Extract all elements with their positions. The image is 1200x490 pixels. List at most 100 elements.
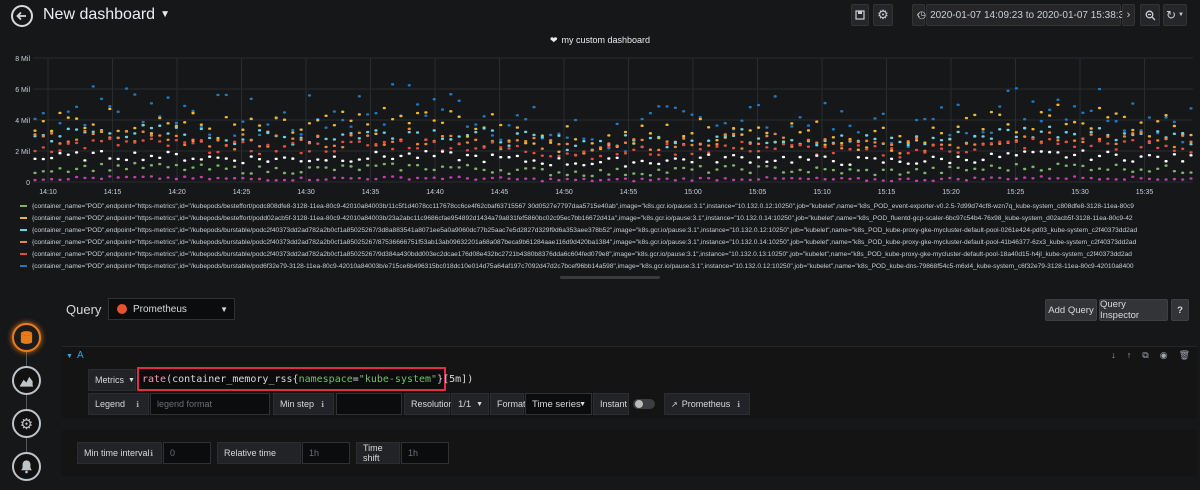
data-point	[33, 157, 37, 161]
data-point	[898, 140, 902, 144]
time-shift-forward-button[interactable]: ›	[1122, 4, 1135, 26]
data-point	[598, 179, 603, 182]
metrics-browser-button[interactable]: Metrics ▼	[88, 369, 136, 391]
legend-format-input[interactable]: legend format	[150, 393, 270, 415]
data-point	[183, 121, 187, 124]
time-shift-input[interactable]: 1h	[401, 442, 449, 464]
prometheus-docs-link[interactable]: ↗ Prometheus ℹ	[664, 393, 750, 415]
time-range-picker[interactable]: ◷ 2020-01-07 14:09:23 to 2020-01-07 15:38…	[917, 4, 1130, 26]
back-button[interactable]	[11, 5, 33, 27]
data-point	[973, 113, 977, 117]
query-expression-input[interactable]: rate(container_memory_rss{ namespace = "ku…	[137, 367, 473, 391]
data-point	[890, 168, 894, 171]
eye-icon[interactable]: ◉	[1160, 350, 1168, 361]
y-tick-label: 0	[26, 180, 30, 187]
x-tick-label: 14:50	[555, 189, 573, 196]
data-point	[815, 154, 819, 157]
sidebar-general-tab[interactable]: ⚙	[12, 409, 41, 438]
info-icon[interactable]: ℹ	[321, 400, 324, 409]
legend-item[interactable]: {container_name="POD",endpoint="https-me…	[20, 212, 1200, 224]
data-point	[906, 151, 910, 155]
data-point	[731, 127, 736, 130]
info-icon[interactable]: ℹ	[136, 400, 139, 409]
data-point	[183, 141, 187, 144]
data-point	[690, 152, 694, 156]
data-point	[366, 130, 370, 134]
min-interval-label-text: Min time interval	[84, 448, 150, 458]
dashboard-title-picker[interactable]: New dashboard ▼	[43, 6, 170, 24]
instant-toggle[interactable]	[633, 399, 655, 409]
save-dashboard-button[interactable]	[851, 4, 869, 26]
data-point	[1089, 168, 1093, 172]
data-point	[432, 154, 436, 158]
legend-item[interactable]: {container_name="POD",endpoint="https-me…	[20, 236, 1200, 248]
data-point	[873, 137, 877, 141]
data-point	[183, 168, 187, 172]
min-step-input[interactable]	[336, 393, 402, 415]
panel-title[interactable]: ❤ my custom dashboard	[0, 35, 1200, 46]
data-point	[956, 166, 960, 170]
refresh-button[interactable]: ↻ ▼	[1163, 4, 1187, 26]
graph-chart[interactable]: 0 2 Mil 4 Mil 6 Mil 8 Mil 14:10 14:15 14:20 14:2…	[0, 48, 1200, 198]
trash-icon[interactable]: 🗑	[1179, 350, 1190, 361]
help-button[interactable]: ?	[1171, 299, 1189, 321]
dashboard-title: New dashboard	[43, 6, 156, 23]
format-select[interactable]: Time series ▼	[525, 393, 592, 415]
data-point	[490, 134, 495, 137]
data-point	[58, 151, 62, 155]
data-point	[781, 136, 786, 139]
data-point	[1064, 122, 1068, 126]
duplicate-icon[interactable]: ⧉	[1142, 350, 1148, 361]
query-inspector-button[interactable]: Query Inspector	[1099, 299, 1168, 321]
data-point	[324, 126, 328, 129]
data-point	[939, 177, 944, 181]
data-point	[316, 134, 320, 138]
data-point	[590, 138, 594, 141]
data-point	[91, 132, 95, 136]
data-point	[415, 147, 420, 150]
data-point	[981, 135, 985, 138]
data-point	[973, 167, 977, 170]
data-point	[183, 104, 187, 108]
zoom-out-button[interactable]	[1140, 4, 1160, 26]
data-point	[341, 159, 345, 163]
info-icon[interactable]: ℹ	[737, 400, 740, 409]
data-point	[856, 144, 860, 147]
data-point	[1139, 131, 1143, 134]
data-point	[806, 177, 811, 181]
legend-item[interactable]: {container_name="POD",endpoint="https-me…	[20, 260, 1200, 272]
move-up-icon[interactable]: ↑	[1127, 350, 1132, 361]
relative-time-input[interactable]: 1h	[302, 442, 350, 464]
data-point	[815, 120, 819, 123]
sidebar-queries-tab[interactable]	[12, 323, 41, 352]
info-icon[interactable]: ℹ	[150, 449, 153, 458]
resolution-select[interactable]: 1/1 ▼	[451, 393, 489, 415]
data-point	[191, 138, 195, 142]
sidebar-visualization-tab[interactable]	[12, 366, 41, 395]
legend-item[interactable]: {container_name="POD",endpoint="https-me…	[20, 248, 1200, 260]
min-time-interval-input[interactable]: 0	[163, 442, 211, 464]
data-point	[865, 179, 869, 182]
data-point	[573, 144, 578, 147]
add-query-button[interactable]: Add Query	[1045, 299, 1097, 321]
data-point	[232, 165, 237, 169]
sidebar-alert-tab[interactable]	[12, 452, 41, 481]
data-point	[956, 103, 960, 106]
datasource-picker[interactable]: Prometheus ▼	[108, 298, 235, 320]
data-point	[698, 148, 702, 151]
data-point	[1114, 178, 1118, 181]
legend-item[interactable]: {container_name="POD",endpoint="https-me…	[20, 200, 1200, 212]
data-point	[341, 133, 345, 136]
query-row-header[interactable]: ▼ A	[66, 350, 84, 361]
data-point	[948, 137, 952, 141]
move-down-icon[interactable]: ↓	[1111, 350, 1116, 361]
data-point	[848, 177, 852, 181]
data-point	[249, 97, 253, 100]
legend-scrollbar[interactable]	[560, 276, 660, 279]
legend-item[interactable]: {container_name="POD",endpoint="https-me…	[20, 224, 1200, 236]
data-point	[540, 168, 544, 171]
data-point	[66, 142, 70, 145]
data-point	[174, 177, 178, 181]
data-point	[515, 154, 519, 158]
dashboard-settings-button[interactable]: ⚙	[873, 4, 893, 26]
